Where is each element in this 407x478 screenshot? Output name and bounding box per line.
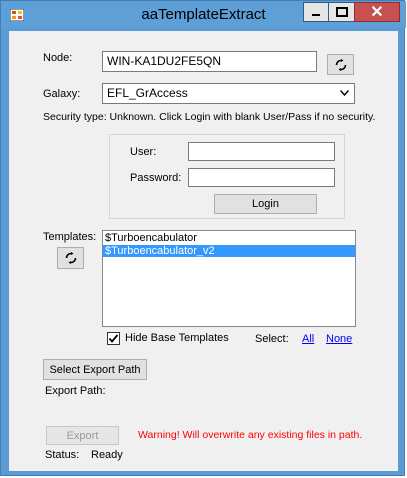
client-area: Node: WIN-KA1DU2FE5QN Galaxy: EFL_GrAcce… [9, 31, 398, 471]
select-all-link[interactable]: All [302, 333, 314, 345]
select-export-path-button[interactable]: Select Export Path [43, 359, 147, 380]
minimize-button[interactable] [303, 2, 329, 22]
galaxy-value: EFL_GrAccess [107, 86, 188, 100]
select-none-link[interactable]: None [326, 333, 352, 345]
login-group: User: Password: Login [109, 134, 345, 219]
maximize-icon [335, 7, 348, 17]
checkmark-icon [108, 334, 119, 343]
maximize-button[interactable] [328, 2, 355, 22]
export-path-label: Export Path: [45, 385, 106, 397]
galaxy-label: Galaxy: [43, 88, 81, 100]
node-field[interactable]: WIN-KA1DU2FE5QN [102, 51, 317, 72]
export-button[interactable]: Export [46, 426, 119, 445]
overwrite-warning: Warning! Will overwrite any existing fil… [138, 429, 363, 441]
title-bar[interactable]: aaTemplateExtract ✕ [1, 1, 406, 28]
close-icon: ✕ [370, 4, 384, 21]
refresh-icon [65, 252, 76, 264]
user-field[interactable] [188, 142, 335, 161]
minimize-icon [312, 14, 320, 16]
hide-base-templates-label: Hide Base Templates [125, 332, 229, 344]
refresh-icon [335, 58, 346, 71]
galaxy-select[interactable]: EFL_GrAccess [102, 83, 355, 104]
chevron-down-icon [340, 90, 349, 96]
password-field[interactable] [188, 168, 335, 187]
select-label: Select: [255, 333, 289, 345]
login-button[interactable]: Login [214, 194, 317, 214]
close-button[interactable]: ✕ [354, 2, 400, 22]
list-item[interactable]: $Turboencabulator [103, 232, 355, 244]
refresh-templates-button[interactable] [57, 247, 84, 269]
app-window: aaTemplateExtract ✕ Node: WIN-KA1DU2FE5Q… [0, 0, 406, 476]
refresh-node-button[interactable] [327, 54, 354, 75]
security-type-text: Security type: Unknown. Click Login with… [43, 111, 376, 123]
password-label: Password: [130, 172, 182, 184]
templates-list[interactable]: $Turboencabulator $Turboencabulator_v2 [102, 230, 356, 327]
hide-base-templates-checkbox[interactable] [107, 332, 120, 345]
status-value: Ready [91, 449, 123, 461]
list-item[interactable]: $Turboencabulator_v2 [103, 245, 355, 257]
node-label: Node: [43, 52, 73, 64]
status-label: Status: [45, 449, 80, 461]
templates-items: $Turboencabulator $Turboencabulator_v2 [103, 232, 355, 257]
templates-label: Templates: [43, 231, 97, 243]
user-label: User: [130, 146, 157, 158]
